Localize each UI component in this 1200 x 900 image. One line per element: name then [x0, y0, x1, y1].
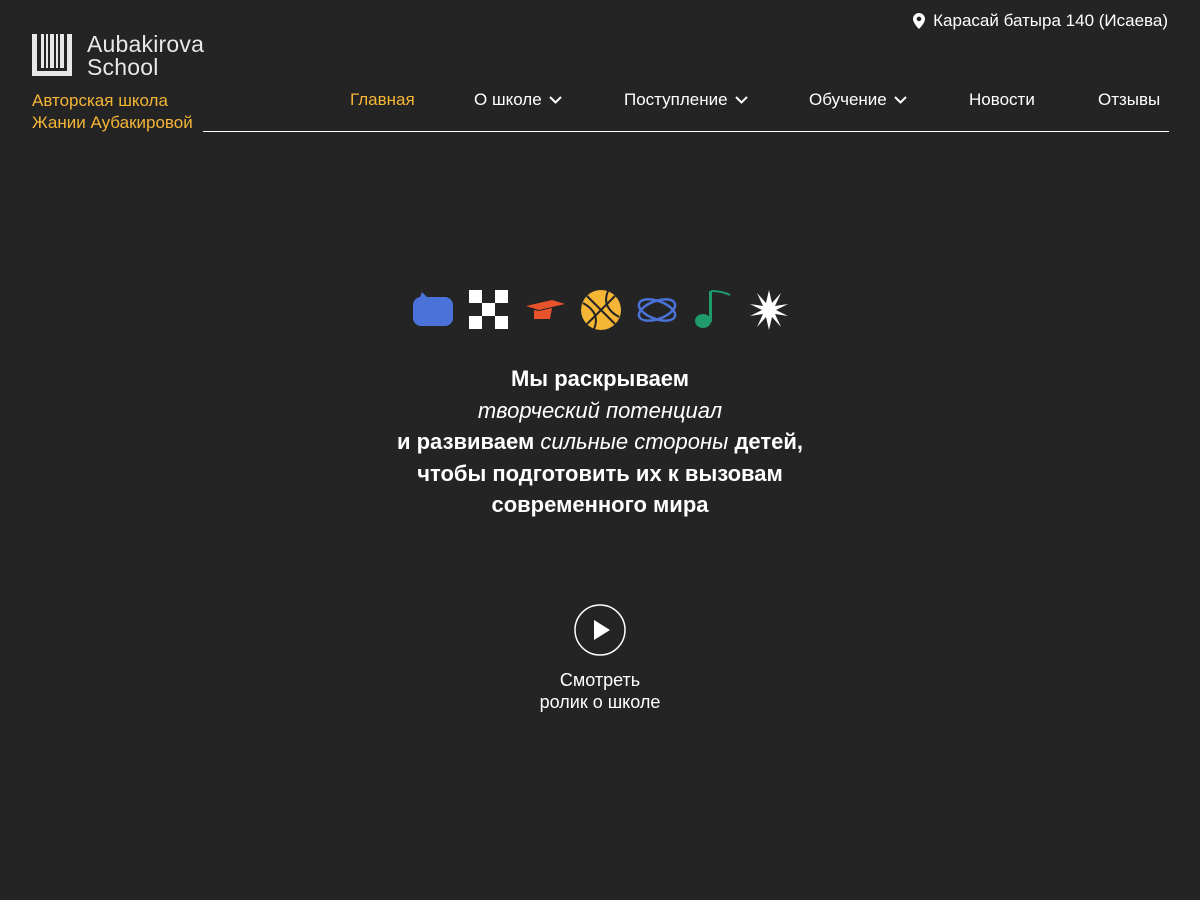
- logo-name-line2: School: [87, 54, 159, 80]
- nav-item-education[interactable]: Обучение: [809, 89, 907, 111]
- nav-item-label: Новости: [969, 90, 1035, 109]
- headline-line5: современного мира: [491, 492, 709, 517]
- logo-mark-icon: [32, 34, 72, 76]
- nav-item-home[interactable]: Главная: [350, 89, 415, 111]
- nav-item-label: Поступление: [624, 90, 728, 109]
- tagline-line2: Жании Аубакировой: [32, 113, 193, 132]
- starburst-icon: [750, 290, 788, 330]
- headline-line3-d: ,: [796, 429, 804, 454]
- watch-video-label-line1: Смотреть: [559, 670, 641, 690]
- chevron-down-icon: [894, 96, 907, 104]
- nav-item-reviews[interactable]: Отзывы: [1098, 89, 1160, 111]
- chevron-down-icon: [548, 96, 562, 104]
- music-note-icon: [695, 290, 731, 328]
- nav-item-label: Отзывы: [1098, 90, 1161, 109]
- nav-item-label: Обучение: [809, 90, 887, 109]
- watch-video-link[interactable]: Смотреть ролик о школе: [450, 669, 750, 713]
- play-icon[interactable]: [574, 604, 626, 656]
- address-text: Карасай батыра 140 (Исаева): [933, 11, 1168, 30]
- headline-line1: Мы раскрываем: [510, 366, 690, 391]
- headline-line3: и развиваем сильные стороны детей,: [300, 426, 900, 458]
- logo-wordmark: Aubakirova School: [87, 33, 204, 79]
- chevron-down-icon: [734, 96, 748, 104]
- tagline-line1: Авторская школа: [32, 91, 168, 110]
- logo[interactable]: Aubakirova School: [32, 33, 204, 79]
- headline-line3-c: детей: [734, 429, 797, 454]
- school-tagline: Авторская школа Жании Аубакировой: [32, 90, 193, 134]
- speech-bubble-icon: [413, 292, 453, 326]
- headline-line3-b: сильные стороны: [540, 429, 729, 454]
- nav-item-label: Главная: [350, 90, 415, 109]
- headline-line4: чтобы подготовить их к вызовам: [417, 460, 783, 486]
- nav-divider: [203, 131, 1169, 132]
- watch-video-label-line2: ролик о школе: [539, 692, 661, 712]
- location-pin-icon: [913, 13, 926, 29]
- page: Aubakirova School Авторская школа Жании …: [0, 0, 1200, 900]
- headline-line2: творческий потенциал: [477, 397, 723, 423]
- basketball-icon: [581, 290, 621, 330]
- nav-item-news[interactable]: Новости: [969, 89, 1035, 111]
- hero-icons: [412, 289, 792, 331]
- address[interactable]: Карасай батыра 140 (Исаева): [913, 11, 1168, 31]
- headline-line3-a: и развиваем: [396, 429, 535, 454]
- checkerboard-icon: [469, 290, 508, 329]
- graduation-cap-icon: [526, 300, 565, 319]
- nav-item-admission[interactable]: Поступление: [624, 89, 748, 111]
- logo-name-line1: Aubakirova: [87, 31, 205, 57]
- hero-headline: Мы раскрываем творческий потенциал и раз…: [300, 363, 900, 521]
- nav-item-label: О школе: [474, 90, 542, 109]
- nav-item-about[interactable]: О школе: [474, 89, 562, 111]
- main-nav: Главная О школе Поступление Обучение Нов…: [350, 89, 1160, 113]
- atom-orbit-icon: [637, 298, 677, 322]
